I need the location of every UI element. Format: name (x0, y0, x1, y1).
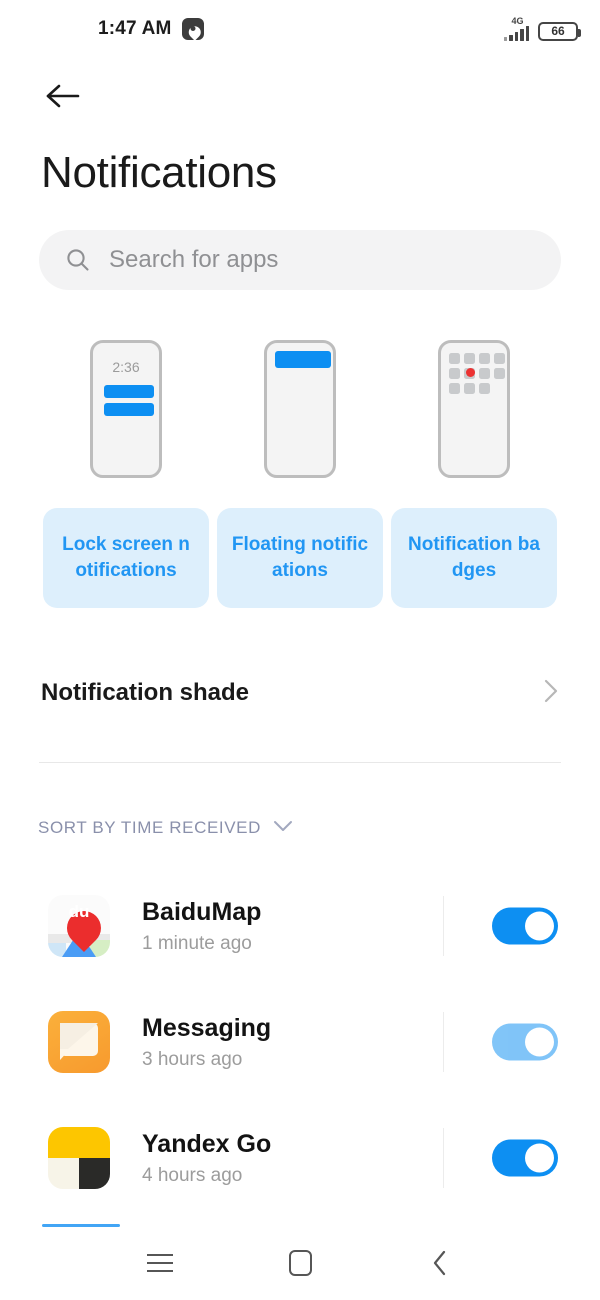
notification-badge-illustration (387, 340, 561, 478)
card-label: Floating notifications (231, 534, 369, 581)
system-navigation-bar (0, 1226, 600, 1300)
chevron-down-icon (273, 819, 293, 837)
row-divider (443, 1128, 444, 1188)
sort-selector[interactable]: SORT BY TIME RECEIVED (38, 812, 293, 844)
recents-button[interactable] (90, 1226, 230, 1300)
notification-shade-row[interactable]: Notification shade (0, 660, 600, 726)
yandex-go-icon (48, 1127, 110, 1189)
table-row[interactable]: Yandex Go 4 hours ago (0, 1100, 600, 1216)
table-row[interactable]: du BaiduMap 1 minute ago (0, 868, 600, 984)
back-button[interactable] (42, 76, 86, 116)
messaging-icon (48, 1011, 110, 1073)
square-icon (288, 1250, 312, 1276)
app-name: BaiduMap (142, 897, 262, 926)
app-info: Messaging 3 hours ago (142, 1013, 271, 1071)
badge-dot-icon (466, 368, 475, 377)
chevron-right-icon (543, 677, 559, 710)
network-type-label: 4G (511, 15, 524, 26)
app-notification-list: du BaiduMap 1 minute ago Messaging 3 hou… (0, 868, 600, 1216)
feature-cards: Lock screen notifications Floating notif… (0, 508, 600, 608)
map-pin-icon (181, 18, 204, 41)
home-button[interactable] (230, 1226, 370, 1300)
menu-icon (147, 1254, 173, 1272)
card-label: Lock screen notifications (62, 534, 190, 581)
notifications-settings-screen: 1:47 AM 4G 66 Notifications Search for a… (0, 0, 600, 1300)
chevron-left-icon (433, 1250, 446, 1276)
search-placeholder: Search for apps (109, 246, 279, 273)
row-divider (443, 1012, 444, 1072)
lock-screen-preview-time: 2:36 (112, 359, 140, 375)
app-timestamp: 4 hours ago (142, 1165, 243, 1187)
arrow-left-icon (46, 84, 80, 108)
card-notification-badges[interactable]: Notification badges (391, 508, 557, 608)
card-lock-screen-notifications[interactable]: Lock screen notifications (43, 508, 209, 608)
lock-screen-illustration: 2:36 (39, 340, 213, 478)
notification-shade-label: Notification shade (41, 679, 250, 706)
status-bar-right: 4G 66 (503, 15, 581, 41)
app-name: Yandex Go (142, 1129, 272, 1158)
status-bar-left: 1:47 AM (98, 18, 204, 41)
sort-label: SORT BY TIME RECEIVED (38, 818, 261, 837)
app-timestamp: 1 minute ago (142, 933, 252, 955)
battery-icon: 66 (538, 21, 581, 41)
feature-illustrations: 2:36 (0, 340, 600, 502)
floating-notification-illustration (213, 340, 387, 478)
search-icon (67, 249, 89, 271)
baidumap-icon: du (48, 895, 110, 957)
app-notification-toggle[interactable] (492, 1023, 558, 1061)
app-notification-toggle[interactable] (492, 1139, 558, 1177)
page-title: Notifications (41, 148, 277, 197)
app-info: Yandex Go 4 hours ago (142, 1129, 271, 1187)
signal-icon: 4G (503, 15, 529, 41)
app-name: Messaging (142, 1013, 272, 1042)
battery-percent-label: 66 (551, 24, 565, 38)
status-bar: 1:47 AM 4G 66 (0, 0, 600, 58)
section-divider (39, 762, 561, 763)
back-nav-button[interactable] (370, 1226, 510, 1300)
app-notification-toggle[interactable] (492, 907, 558, 945)
app-timestamp: 3 hours ago (142, 1049, 243, 1071)
card-label: Notification badges (408, 534, 540, 581)
table-row[interactable]: Messaging 3 hours ago (0, 984, 600, 1100)
status-bar-clock: 1:47 AM (98, 18, 172, 39)
row-divider (443, 896, 444, 956)
card-floating-notifications[interactable]: Floating notifications (217, 508, 383, 608)
search-input[interactable]: Search for apps (39, 230, 561, 290)
app-info: BaiduMap 1 minute ago (142, 897, 261, 955)
